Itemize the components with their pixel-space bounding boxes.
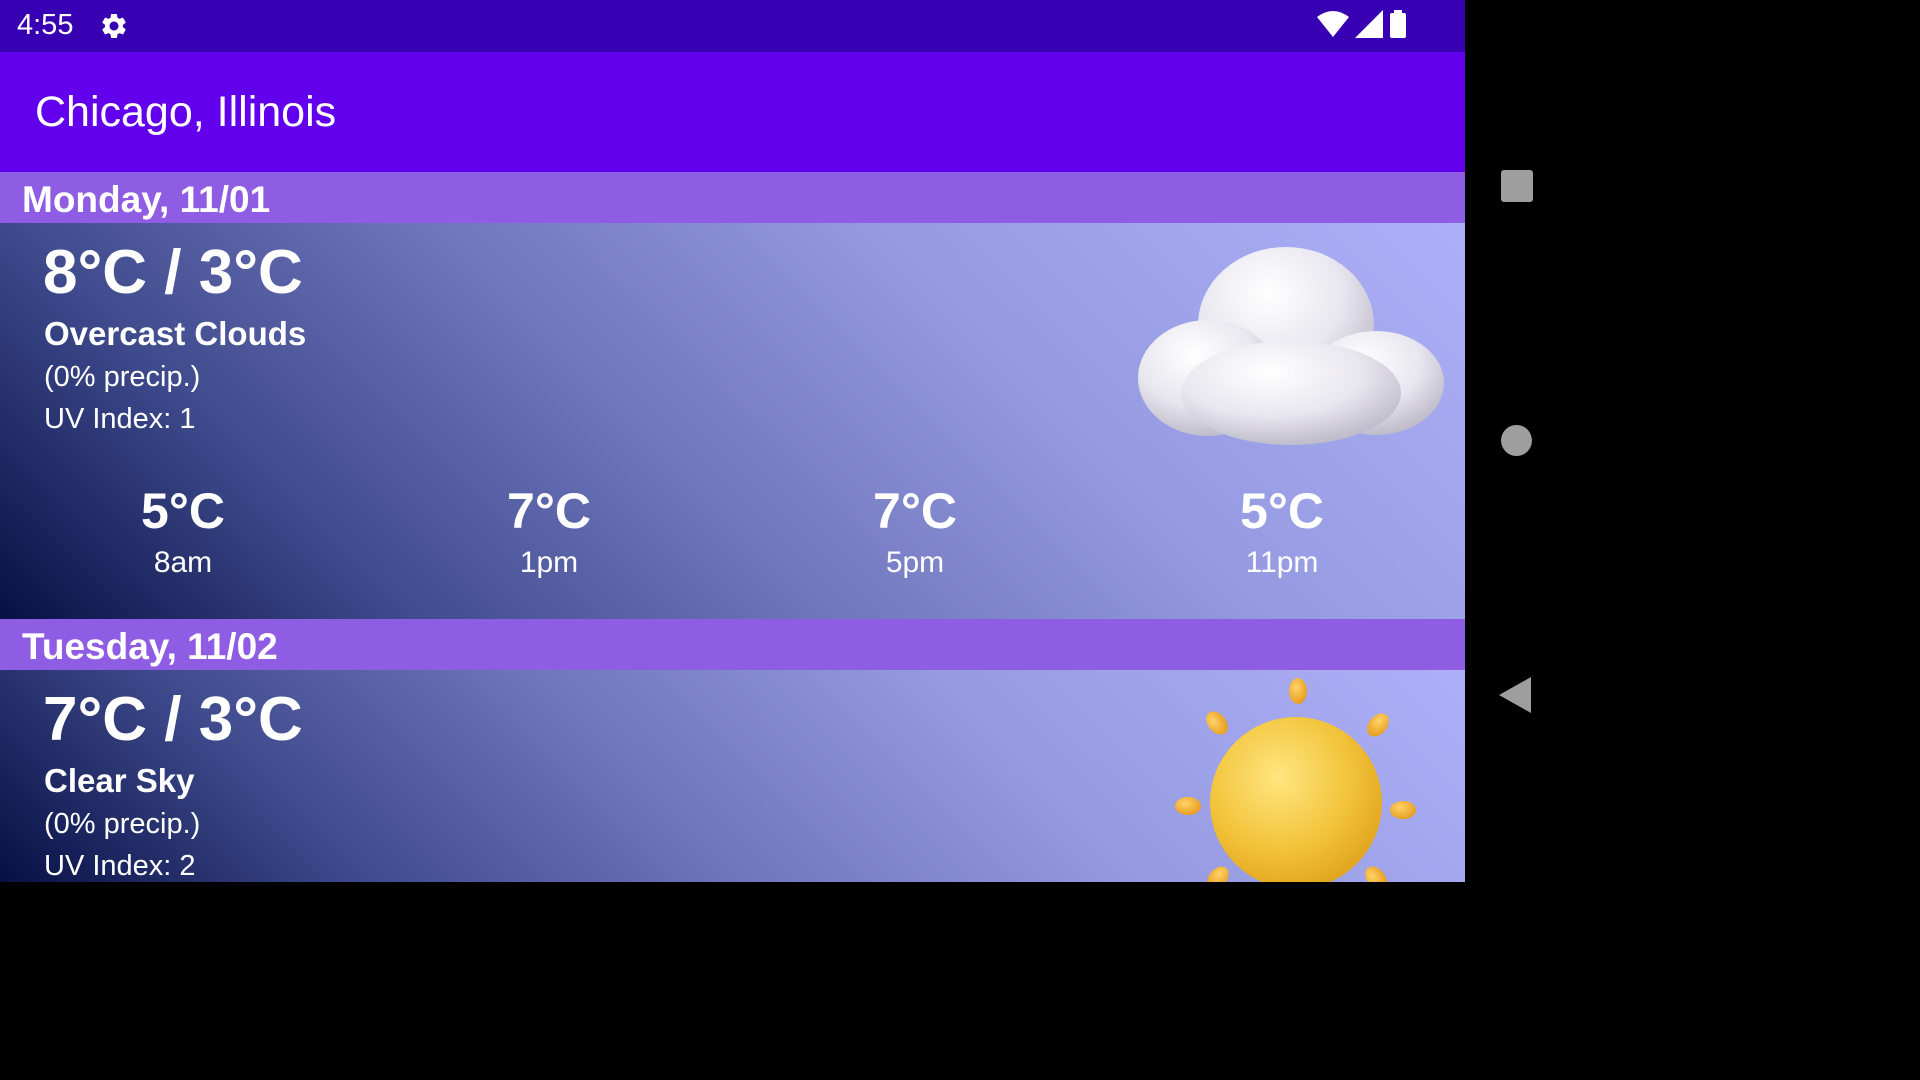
cloud-icon [1136, 243, 1448, 453]
recents-button[interactable] [1501, 170, 1533, 202]
precipitation: (0% precip.) [44, 361, 201, 393]
hourly-time: 11pm [1245, 546, 1319, 579]
day-title: Monday, 11/01 [22, 179, 271, 220]
hourly-item: 7°C 1pm [449, 481, 649, 585]
nav-bar [1465, 0, 1568, 882]
day-card-monday[interactable]: 8°C / 3°C Overcast Clouds (0% precip.) U… [0, 223, 1465, 619]
day-header-monday: Monday, 11/01 [0, 172, 1465, 223]
hourly-item: 5°C 11pm [1182, 481, 1382, 585]
location-title: Chicago, Illinois [35, 88, 337, 136]
app-bar: Chicago, Illinois [0, 52, 1465, 172]
hourly-temp: 5°C [141, 483, 225, 539]
hourly-temp: 7°C [507, 483, 591, 539]
home-button[interactable] [1501, 425, 1532, 456]
hourly-item: 7°C 5pm [815, 481, 1015, 585]
day-card-tuesday[interactable]: 7°C / 3°C Clear Sky (0% precip.) UV Inde… [0, 670, 1465, 882]
weather-condition: Overcast Clouds [44, 315, 307, 352]
sun-icon [1170, 675, 1420, 882]
back-button[interactable] [1499, 677, 1533, 713]
temp-range: 8°C / 3°C [43, 238, 303, 307]
signal-icon [1355, 9, 1383, 43]
battery-icon [1389, 9, 1407, 43]
status-time: 4:55 [17, 9, 74, 41]
uv-index: UV Index: 2 [44, 850, 196, 882]
gear-icon [99, 11, 129, 41]
hourly-time: 5pm [885, 546, 945, 579]
uv-index: UV Index: 1 [44, 403, 196, 435]
day-header-tuesday: Tuesday, 11/02 [0, 619, 1465, 670]
screen: 4:55 Chicago, Illinois Monday, 11/01 8°C… [0, 0, 1465, 882]
hourly-temp: 7°C [873, 483, 957, 539]
weather-condition: Clear Sky [44, 762, 195, 799]
hourly-time: 8am [153, 546, 213, 579]
hourly-time: 1pm [519, 546, 579, 579]
temp-range: 7°C / 3°C [43, 685, 303, 754]
precipitation: (0% precip.) [44, 808, 201, 840]
status-bar: 4:55 [0, 0, 1465, 52]
wifi-icon [1317, 10, 1349, 42]
status-icons [1317, 9, 1407, 43]
day-title: Tuesday, 11/02 [22, 626, 278, 667]
hourly-temp: 5°C [1240, 483, 1324, 539]
hourly-item: 5°C 8am [83, 481, 283, 585]
